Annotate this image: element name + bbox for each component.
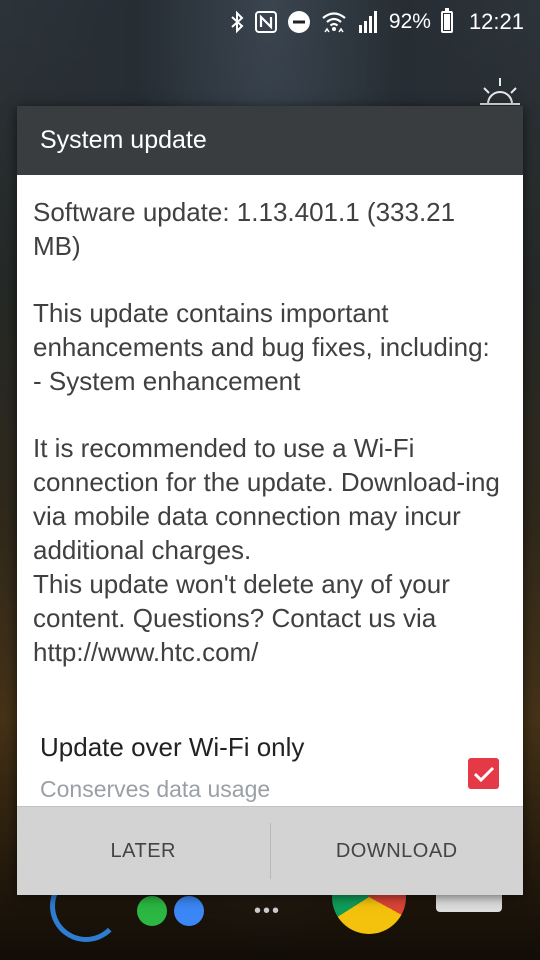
- bluetooth-icon: [229, 10, 245, 34]
- dialog-title: System update: [40, 126, 207, 154]
- version-text: Software update: 1.13.401.1 (333.21 MB): [33, 197, 456, 261]
- description-text: This update contains important enhanceme…: [33, 298, 490, 396]
- app-drawer-icon[interactable]: •••: [254, 900, 281, 923]
- home-dock: •••: [0, 860, 540, 960]
- status-bar: 92% 12:21: [0, 0, 540, 44]
- nfc-icon: [254, 11, 277, 33]
- recommendation-text: It is recommended to use a Wi-Fi connect…: [33, 433, 500, 667]
- whatsapp-icon[interactable]: [137, 896, 167, 926]
- check-icon: [473, 766, 494, 782]
- battery-percent: 92%: [388, 10, 431, 33]
- later-button[interactable]: LATER: [17, 807, 270, 895]
- dialog-button-bar: LATER DOWNLOAD: [17, 806, 523, 895]
- download-button[interactable]: DOWNLOAD: [271, 807, 524, 895]
- option-subtitle: Conserves data usage: [40, 776, 271, 802]
- wifi-only-checkbox[interactable]: [468, 758, 499, 789]
- clock: 12:21: [468, 9, 524, 34]
- dialog-header: System update: [17, 106, 523, 175]
- system-update-dialog: System update Software update: 1.13.401.…: [17, 106, 523, 895]
- battery-icon: [440, 8, 453, 33]
- wifi-icon: [321, 10, 347, 34]
- wifi-only-option[interactable]: Update over Wi-Fi only Conserves data us…: [17, 730, 523, 805]
- dialog-body: Software update: 1.13.401.1 (333.21 MB) …: [17, 175, 523, 669]
- do-not-disturb-icon: [287, 10, 311, 34]
- option-title: Update over Wi-Fi only: [40, 732, 305, 762]
- signal-icon: [357, 11, 379, 33]
- messenger-icon[interactable]: [174, 896, 204, 926]
